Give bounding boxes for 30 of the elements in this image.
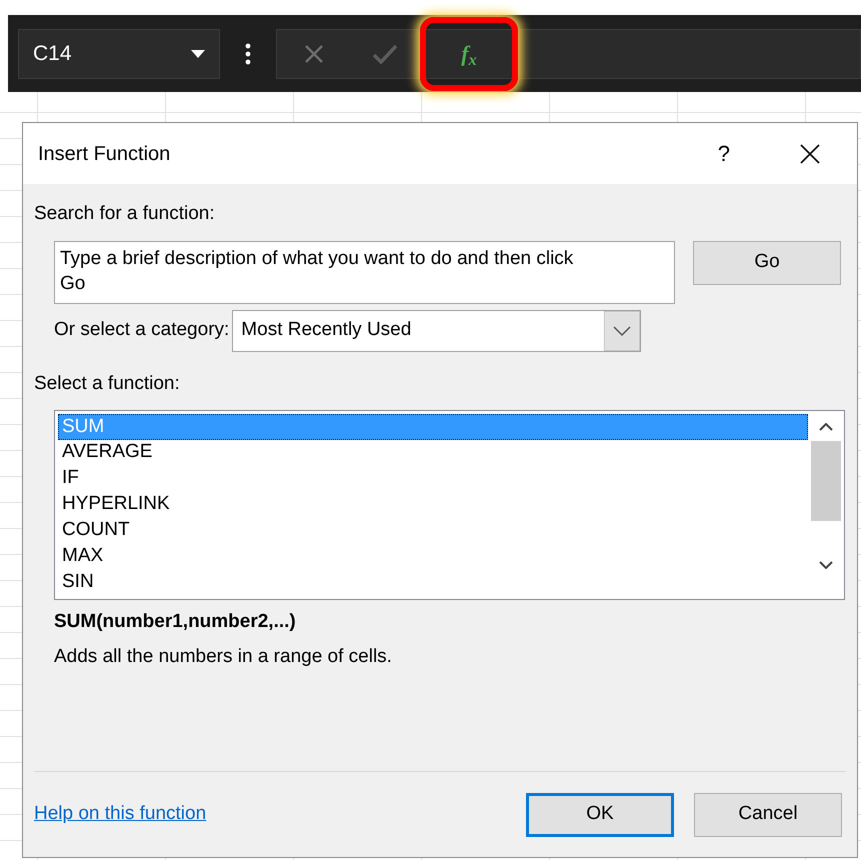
search-field[interactable]: Type a brief description of what you want to do and then click Go xyxy=(54,240,675,304)
cancel-icon[interactable] xyxy=(304,44,324,64)
close-icon[interactable] xyxy=(800,144,820,164)
help-link[interactable]: Help on this function xyxy=(34,800,526,829)
scroll-down-icon[interactable] xyxy=(819,561,833,569)
name-box[interactable]: C14 xyxy=(18,28,220,78)
category-label: Or select a category: xyxy=(54,318,230,342)
function-item[interactable]: SIN xyxy=(58,570,808,596)
scrollbar-thumb[interactable] xyxy=(811,441,841,521)
function-item[interactable]: IF xyxy=(58,466,808,492)
go-button[interactable]: Go xyxy=(693,240,841,284)
help-button[interactable]: ? xyxy=(718,137,730,170)
insert-function-button[interactable]: f$_{x}$ xyxy=(461,37,477,70)
check-icon[interactable] xyxy=(372,44,398,64)
function-item[interactable]: HYPERLINK xyxy=(58,492,808,518)
dialog-button[interactable]: Cancel xyxy=(694,792,842,836)
function-description: Adds all the numbers in a range of cells. xyxy=(54,644,393,668)
function-label: Select a function: xyxy=(34,372,181,396)
dropdown-icon xyxy=(191,50,205,58)
function-item[interactable]: MAX xyxy=(58,544,808,570)
function-item[interactable]: AVERAGE xyxy=(58,440,808,466)
dialog-title: Insert Function xyxy=(38,142,172,166)
more-icon[interactable] xyxy=(245,42,251,64)
scroll-up-icon[interactable] xyxy=(819,423,833,431)
search-label: Search for a function: xyxy=(34,202,216,226)
category-dropdown[interactable]: Most Recently Used xyxy=(232,310,642,352)
chevron-down-icon xyxy=(604,310,640,350)
dialog-button[interactable]: OK xyxy=(526,792,674,836)
function-item[interactable]: COUNT xyxy=(58,518,808,544)
function-signature: SUM(number1,number2,...) xyxy=(54,610,297,634)
